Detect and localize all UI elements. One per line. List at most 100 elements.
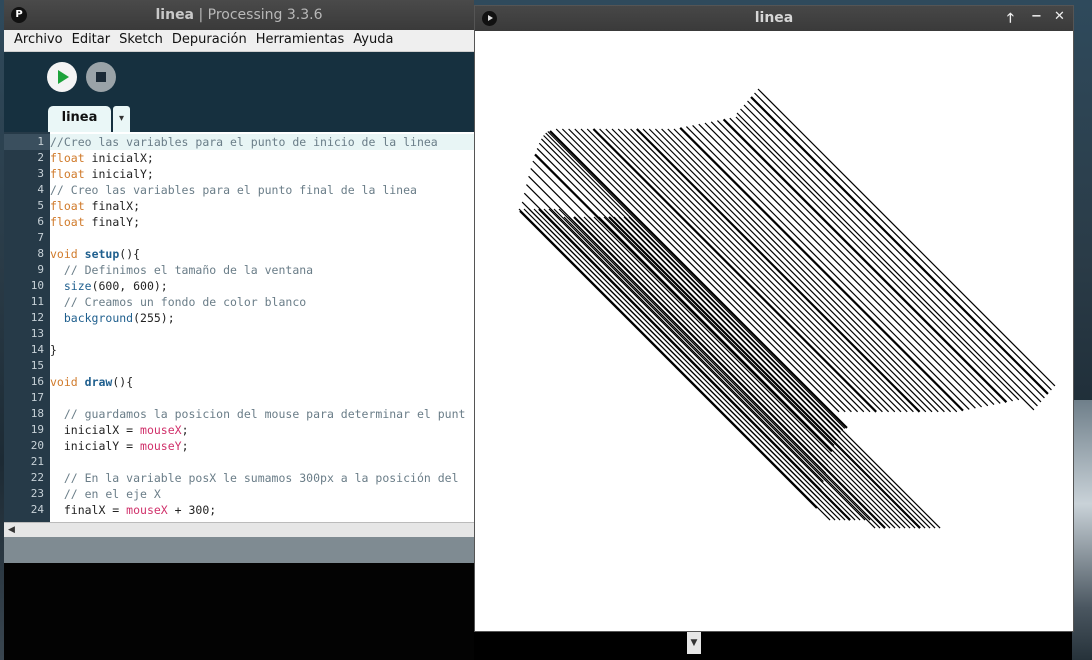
sketch-titlebar[interactable]: linea 🡑 − ✕ [475,6,1073,31]
code-line: size(600, 600); [50,278,168,294]
code-text: (255); [133,311,175,325]
close-button[interactable]: ✕ [1054,9,1065,24]
sketch-line [592,128,877,413]
code-text: (600, 600); [91,279,168,293]
keyword: float [50,199,85,213]
code-line: float inicialY; [50,166,154,182]
keyword: void [50,247,78,261]
line-number: 8 [37,247,44,260]
code-text: finalX = [50,503,127,517]
ide-toolbar: linea ▾ [4,52,474,132]
scroll-left-arrow-icon[interactable]: ◀ [8,525,15,535]
sketch-line [754,92,1052,391]
line-number: 24 [30,503,44,516]
sketch-line [543,135,841,433]
code-line: inicialY = mouseY; [50,438,189,454]
sketch-line [534,153,833,453]
code-line: // Creamos un fondo de color blanco [50,295,307,309]
code-line: // guardamos la posicion del mouse para … [50,407,466,421]
sketch-line [563,216,876,529]
line-number: 10 [30,279,44,292]
sketch-line [528,208,841,521]
ide-window-title: linea | Processing 3.3.6 [155,7,323,23]
sketch-line [692,124,976,409]
sketch-line [716,120,1001,404]
line-number: 1 [37,135,44,148]
line-number: 12 [30,311,44,324]
sketch-line [729,117,1014,402]
code-line: inicialX = mouseX; [50,422,189,438]
sketch-line [757,88,1056,387]
ide-titlebar[interactable]: P linea | Processing 3.3.6 [4,0,474,30]
run-button[interactable] [47,62,77,92]
tab-menu-chevron-down-icon[interactable]: ▾ [113,106,130,132]
line-number: 22 [30,471,44,484]
code-text: (){ [119,247,141,261]
sketch-window: linea 🡑 − ✕ [474,5,1074,632]
stop-button[interactable] [86,62,116,92]
line-number: 2 [37,151,44,164]
menu-herramientas[interactable]: Herramientas [256,30,345,47]
sketch-line [747,100,1045,399]
tab-linea[interactable]: linea [48,106,111,132]
line-number: 13 [30,327,44,340]
menu-depuracion[interactable]: Depuración [172,30,247,47]
sketch-canvas[interactable] [475,31,1073,631]
maximize-button[interactable]: 🡑 [1007,9,1014,31]
line-number: 7 [37,231,44,244]
menu-bar: Archivo Editar Sketch Depuración Herramienta… [4,30,474,52]
keyword: float [50,215,85,229]
code-text: ; [181,439,189,453]
line-number: 15 [30,359,44,372]
code-line: float finalX; [50,198,140,214]
function-call: size [63,279,92,293]
line-number: 16 [30,375,44,388]
builtin-variable: mouseX [140,423,182,437]
scroll-down-arrow-icon[interactable]: ▼ [687,632,701,654]
sketch-line [679,127,964,412]
builtin-variable: mouseY [140,439,182,453]
sketch-window-title: linea [754,10,794,26]
code-line: // en el eje X [50,487,161,501]
line-number: 20 [30,439,44,452]
sketch-line [740,108,1038,407]
code-line: float finalY; [50,214,140,230]
code-area[interactable]: //Creo las variables para el punto de in… [50,132,474,522]
line-number: 21 [30,455,44,468]
processing-ide-window: P linea | Processing 3.3.6 Archivo Editar… [4,0,474,660]
menu-editar[interactable]: Editar [72,30,111,47]
sketch-line [586,128,871,413]
sketch-line [743,104,1042,403]
code-editor[interactable]: 1 2 3 4 5 6 7 8 9 10 11 12 13 14 15 16 1… [4,132,474,522]
function-call: background [63,311,134,325]
line-number: 3 [37,167,44,180]
menu-ayuda[interactable]: Ayuda [353,30,393,47]
code-line: finalX = mouseX + 300; [50,502,216,518]
horizontal-scrollbar[interactable]: ◀ [4,522,474,537]
builtin-variable: mouseX [126,503,168,517]
keyword: float [50,151,85,165]
code-line: background(255); [50,310,175,326]
line-number: 11 [30,295,44,308]
function-name: draw [84,375,113,389]
status-bar [4,537,474,563]
menu-archivo[interactable]: Archivo [14,30,63,47]
sketch-line [583,216,896,529]
menu-sketch[interactable]: Sketch [119,30,163,47]
code-text: finalX; [84,199,141,213]
console-area[interactable] [4,563,474,660]
code-text: inicialX; [84,151,154,165]
sketch-line [617,128,902,413]
sketch-line [593,216,906,529]
code-line: // En la variable posX le sumamos 300px … [50,471,459,485]
code-line: // Creo las variables para el punto fina… [50,183,417,197]
code-line: // Definimos el tamaño de la ventana [50,263,314,277]
line-number: 14 [30,343,44,356]
minimize-button[interactable]: − [1031,9,1042,24]
keyword: void [50,375,78,389]
sketch-line [642,128,927,413]
code-text: inicialY; [84,167,154,181]
line-number: 9 [37,263,44,276]
line-number: 4 [37,183,44,196]
code-text: inicialY = [50,439,141,453]
